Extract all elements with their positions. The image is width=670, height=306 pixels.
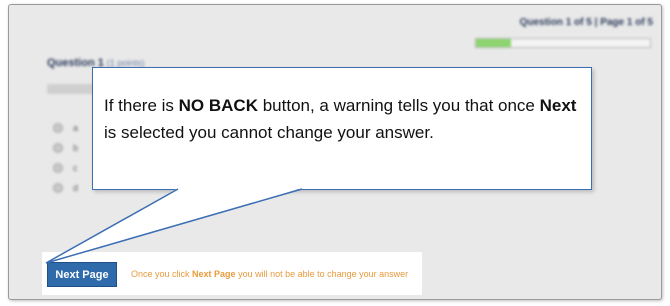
callout-pointer bbox=[45, 188, 303, 264]
